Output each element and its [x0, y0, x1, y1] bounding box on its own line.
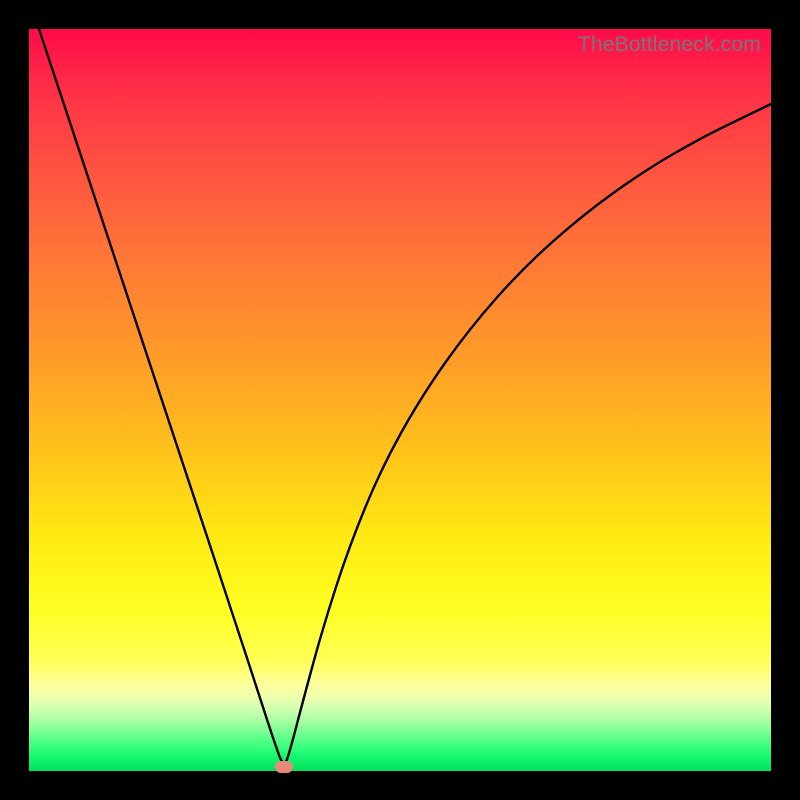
plot-area: TheBottleneck.com	[29, 29, 771, 771]
min-marker	[275, 761, 293, 773]
chart-frame: TheBottleneck.com	[0, 0, 800, 800]
curve-path	[39, 29, 771, 763]
bottleneck-curve	[29, 29, 771, 771]
